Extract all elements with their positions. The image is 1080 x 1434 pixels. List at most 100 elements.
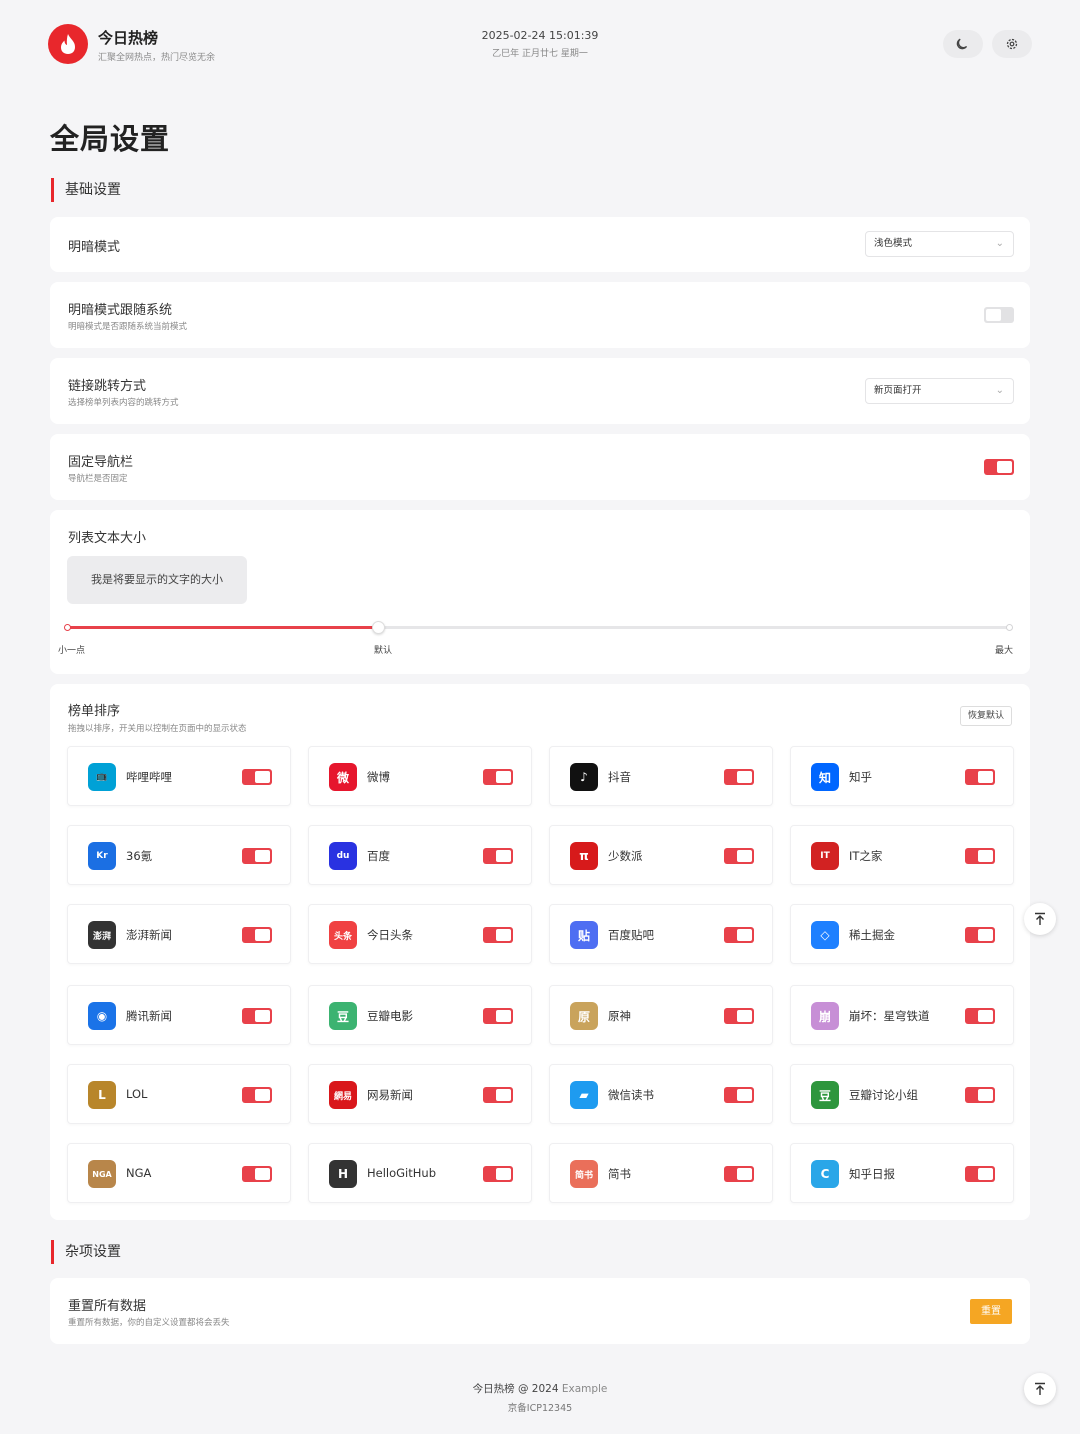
gear-icon [1006,38,1018,50]
sort-item-name: 少数派 [608,849,643,863]
sort-item-name: HelloGitHub [367,1166,436,1180]
jianshu-icon: 简书 [570,1160,598,1188]
sort-item-toggle[interactable] [965,1166,995,1182]
sort-item[interactable]: 原原神 [549,985,773,1045]
sort-item[interactable]: du 百度 [308,825,532,885]
sort-item-toggle[interactable] [483,1008,513,1024]
sort-item-toggle[interactable] [483,848,513,864]
chevron-down-icon: ⌄ [995,385,1004,396]
sort-item[interactable]: ▰ 微信读书 [549,1064,773,1124]
qqnews-icon: ◉ [88,1002,116,1030]
link-mode-select[interactable]: 新页面打开 ⌄ [865,378,1014,404]
sort-item[interactable]: 贴百度贴吧 [549,904,773,964]
sort-item[interactable]: IT IT之家 [790,825,1014,885]
sort-item-toggle[interactable] [965,1008,995,1024]
sort-item-name: 哔哩哔哩 [126,770,172,784]
setting-label: 重置所有数据 [68,1299,147,1314]
sort-item[interactable]: ◉ 腾讯新闻 [67,985,291,1045]
logo[interactable] [48,24,88,64]
slider-stop-max[interactable] [1006,624,1013,631]
back-to-top-button[interactable] [1024,903,1056,935]
settings-button[interactable] [992,30,1032,58]
sort-item[interactable]: 微微博 [308,746,532,806]
follow-system-toggle[interactable] [984,307,1014,323]
font-size-slider[interactable] [64,621,1013,634]
sort-item[interactable]: NGA NGA [67,1143,291,1203]
theme-toggle-button[interactable] [943,30,983,58]
sspai-icon: π [570,842,598,870]
sort-item-name: 豆瓣电影 [367,1009,413,1023]
setting-follow-system-row: 明暗模式跟随系统 明暗模式是否跟随系统当前模式 [50,282,1030,348]
footer-link[interactable]: Example [562,1383,608,1395]
sort-item-toggle[interactable] [965,1087,995,1103]
sort-item-toggle[interactable] [724,1008,754,1024]
back-to-top-button-bottom[interactable] [1024,1373,1056,1405]
sort-item[interactable]: L LOL [67,1064,291,1124]
setting-fixed-nav-row: 固定导航栏 导航栏是否固定 [50,434,1030,500]
sort-item-toggle[interactable] [724,769,754,785]
sort-item[interactable]: ♪ 抖音 [549,746,773,806]
setting-desc: 导航栏是否固定 [68,474,128,484]
sort-item[interactable]: 崩崩坏：星穹铁道 [790,985,1014,1045]
sort-item-toggle[interactable] [724,1087,754,1103]
sort-item[interactable]: 知知乎 [790,746,1014,806]
sort-item[interactable]: 豆豆瓣电影 [308,985,532,1045]
theme-select[interactable]: 浅色模式 ⌄ [865,231,1014,257]
slider-thumb[interactable] [371,621,385,634]
sort-item-toggle[interactable] [724,848,754,864]
sort-item[interactable]: H HelloGitHub [308,1143,532,1203]
sort-item[interactable]: 📺 哔哩哔哩 [67,746,291,806]
arrow-up-icon [1035,912,1045,925]
arrow-up-icon [1035,1382,1045,1395]
hellogithub-icon: H [329,1160,357,1188]
sort-item-toggle[interactable] [724,927,754,943]
sort-item-name: NGA [126,1166,152,1180]
sort-item-toggle[interactable] [965,927,995,943]
sort-item-toggle[interactable] [483,1166,513,1182]
page-title: 全局设置 [50,122,171,156]
zhihu-daily-icon: C [811,1160,839,1188]
sort-item-toggle[interactable] [242,1166,272,1182]
sort-item-toggle[interactable] [483,769,513,785]
sort-card: 榜单排序 拖拽以排序，开关用以控制在页面中的显示状态 恢复默认 📺 哔哩哔哩 微微博… [50,684,1030,1220]
sort-item-toggle[interactable] [242,769,272,785]
sort-item[interactable]: π 少数派 [549,825,773,885]
fixed-nav-toggle[interactable] [984,459,1014,475]
moon-icon [956,38,968,50]
sort-item[interactable]: Kr 36氪 [67,825,291,885]
sort-item-toggle[interactable] [242,927,272,943]
chevron-down-icon: ⌄ [995,238,1004,249]
setting-label: 明暗模式跟随系统 [68,303,173,318]
sort-item-toggle[interactable] [965,769,995,785]
sort-item[interactable]: 澎湃 澎湃新闻 [67,904,291,964]
sort-item-name: 澎湃新闻 [126,928,172,942]
setting-reset-row: 重置所有数据 重置所有数据，你的自定义设置都将会丢失 重置 [50,1278,1030,1344]
sort-item[interactable]: C 知乎日报 [790,1143,1014,1203]
slider-stop-min[interactable] [64,624,71,631]
sort-item[interactable]: ◇ 稀土掘金 [790,904,1014,964]
sort-item[interactable]: 简书 简书 [549,1143,773,1203]
sort-item-name: 网易新闻 [367,1088,413,1102]
sort-item-toggle[interactable] [724,1166,754,1182]
sort-item[interactable]: 網易 网易新闻 [308,1064,532,1124]
reset-button[interactable]: 重置 [970,1299,1012,1324]
sort-item-name: 原神 [608,1009,631,1023]
tieba-icon: 贴 [570,921,598,949]
sort-item-toggle[interactable] [242,1087,272,1103]
sort-item-name: 知乎 [849,770,872,784]
sort-item[interactable]: 豆豆瓣讨论小组 [790,1064,1014,1124]
datetime: 2025-02-24 15:01:39 [481,29,599,42]
footer-icp[interactable]: 京备ICP12345 [0,1400,1080,1414]
sort-item[interactable]: 头条 今日头条 [308,904,532,964]
sort-item-toggle[interactable] [242,1008,272,1024]
sort-item-toggle[interactable] [965,848,995,864]
toutiao-icon: 头条 [329,921,357,949]
starrail-icon: 崩 [811,1002,839,1030]
sort-item-toggle[interactable] [483,927,513,943]
site-subtitle: 汇聚全网热点，热门尽览无余 [98,53,216,63]
restore-default-button[interactable]: 恢复默认 [959,706,1012,726]
sort-item-toggle[interactable] [483,1087,513,1103]
setting-label: 链接跳转方式 [68,379,147,394]
sort-item-toggle[interactable] [242,848,272,864]
font-size-preview: 我是将要显示的文字的大小 [67,556,247,604]
